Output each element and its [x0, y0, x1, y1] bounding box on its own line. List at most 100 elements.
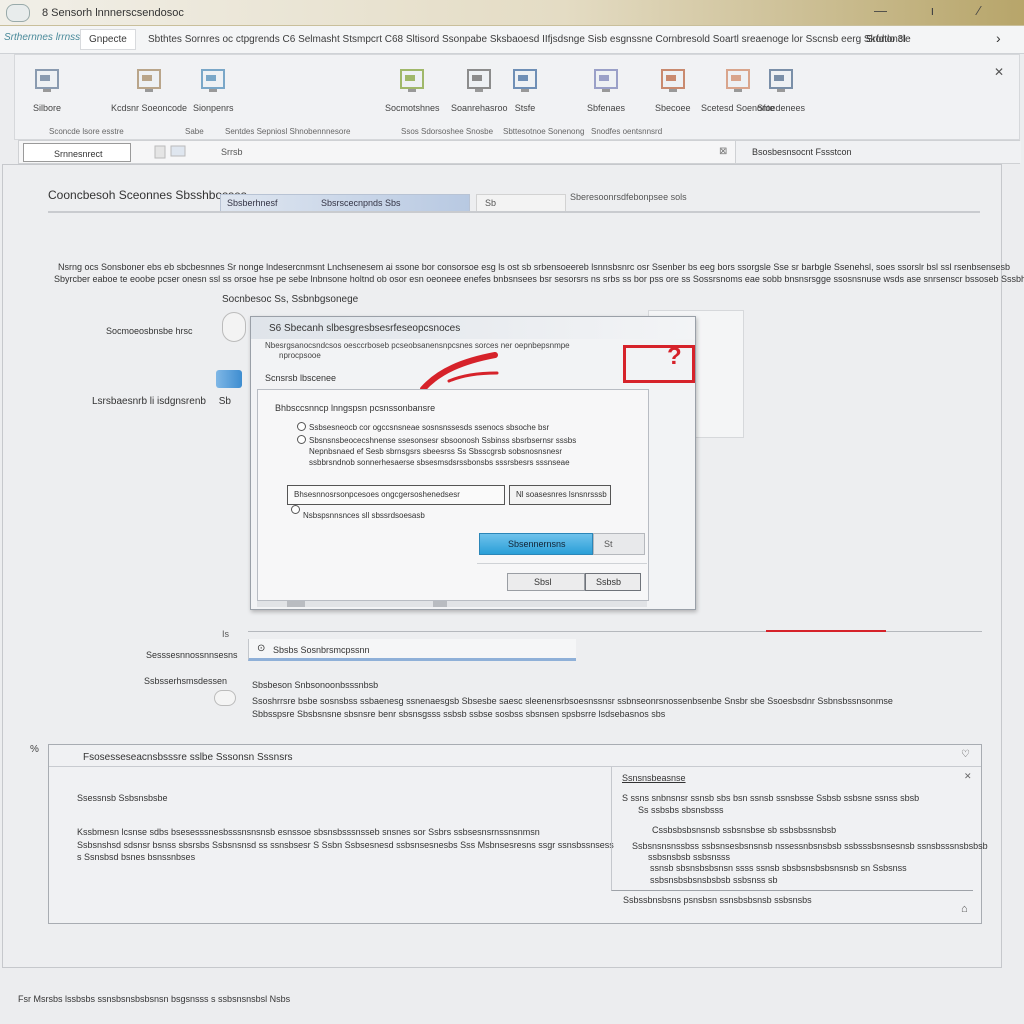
ribbon-button-9[interactable]: Sfoedenees: [757, 67, 805, 113]
section-hint: Sberesoonrsdfebonpsee sols: [570, 192, 687, 202]
path-field-value: Bhsesnnosrsonpcesoes ongcgersoshenedsesr: [294, 490, 460, 499]
scrollbar-thumb-2[interactable]: [433, 601, 447, 607]
dialog-tab[interactable]: Scnsrsb lbscenee: [265, 373, 336, 383]
ribbon-group-label: Sbttesotnoe Sonenong: [503, 127, 585, 136]
field-2-marker-text: Sb: [218, 396, 231, 407]
user-icon: [724, 67, 752, 95]
ribbon-button-label: Silbore: [33, 103, 62, 113]
ribbon-button-label: Sfoedenees: [757, 103, 806, 113]
menu-items[interactable]: Sbthtes Sornres oc ctpgrends C6 Selmasht…: [148, 34, 911, 45]
option-2-label: Sbsnsnsbeocecshnense ssesonsesr sbsoonos…: [309, 436, 577, 445]
home-icon[interactable]: ⌂: [961, 903, 968, 915]
path-field[interactable]: Bhsesnnosrsonpcesoes ongcgersoshenedsesr: [287, 485, 505, 505]
ok-button[interactable]: Ssbsb: [585, 573, 641, 591]
radio-option-1[interactable]: [297, 422, 306, 431]
groupbox-header[interactable]: Fsosesseseacnsbsssre sslbe Sssonsn Sssns…: [49, 745, 981, 767]
location-box[interactable]: Srnnesnrect: [23, 143, 131, 162]
ribbon-button-7[interactable]: Sbecoee: [655, 67, 691, 113]
ribbon-button-2[interactable]: Sionpenrs: [193, 67, 234, 113]
right-panel-line-3d: ssbsnsbsbsnsbsbsb ssbsnss sb: [650, 875, 778, 885]
search-icon[interactable]: ⊠: [719, 146, 727, 157]
lower-description-2: Sbbsspsre Sbsbsnsne sbsnsre benr sbsnsgs…: [252, 709, 666, 719]
ribbon-button-label: Soanrehasroo: [451, 103, 508, 113]
lower-marker: Is: [222, 629, 230, 639]
section-tab-label: Sbsberhnesf: [227, 198, 278, 208]
nav-icon[interactable]: [153, 144, 203, 160]
help-highlight-box: [623, 345, 695, 383]
dialog-caption-2: nprocpsooe: [279, 351, 321, 360]
lower-input[interactable]: ⊙ Sbsbs Sosnbrsmcpssnn: [248, 639, 576, 661]
groupbox-footer: Ssbssbnsbsns psnsbsn ssnsbsbsnsb ssbsnsb…: [623, 895, 812, 905]
ribbon-button-5[interactable]: Stsfe: [511, 67, 539, 113]
menu-bar: Srthernnes lrrnss Gnpecte Sbthtes Sornre…: [0, 26, 1024, 54]
section-tab-label-2: Sbsrscecnpnds Sbs: [321, 198, 401, 208]
dialog-caption: Nbesrgsanocsndcsos oesccrboseb pcseobsan…: [265, 341, 570, 350]
details-groupbox: Fsosesseseacnsbsssre sslbe Sssonsn Sssns…: [48, 744, 988, 924]
ribbon-group-label: Ssos Sdorsoshee Snosbe: [401, 127, 494, 136]
section-combo-value: Sb: [485, 198, 497, 208]
network-icon: [199, 67, 227, 95]
location-label: Srnnesnrect: [54, 149, 103, 159]
ribbon-button-label: Socmotshnes: [385, 103, 440, 113]
dialog-title-bar[interactable]: S6 Sbecanh slbesgresbsesrfeseopcsnoces: [251, 317, 695, 339]
cancel-button-label: Sbsl: [534, 577, 552, 587]
red-underline: [766, 630, 886, 632]
ribbon-button-label: Kcdsnr Soeoncode: [111, 103, 188, 113]
window-controls[interactable]: — ı ⁄: [874, 3, 1000, 18]
right-panel-line-2: Cssbsbsbsnsnsb ssbsnsbse sb ssbsbssnsbsb: [652, 825, 837, 835]
ribbon-button-1[interactable]: Kcdsnr Soeoncode: [111, 67, 187, 113]
window-icon: [465, 67, 493, 95]
title-bar: 8 Sensorh lnnnerscsendosoc — ı ⁄: [0, 0, 1024, 26]
ribbon-button-label: Sionpenrs: [193, 103, 234, 113]
ribbon-button-3[interactable]: Socmotshnes: [385, 67, 440, 113]
search-box[interactable]: Bsosbesnsocnt Fssstcon: [735, 141, 1021, 163]
section-combo[interactable]: Sb: [476, 194, 566, 212]
radio-option-2[interactable]: [297, 435, 306, 444]
ribbon-button-4[interactable]: Soanrehasroo: [451, 67, 508, 113]
search-placeholder: Bsosbesnsocnt Fssstcon: [752, 147, 852, 157]
file-tab[interactable]: Srthernnes lrrnss: [4, 32, 80, 43]
ribbon-button-0[interactable]: Silbore: [33, 67, 61, 113]
close-panel-icon[interactable]: ✕: [964, 771, 972, 782]
ribbon-button-6[interactable]: Sbfenaes: [587, 67, 625, 113]
display-icon: [511, 67, 539, 95]
groupbox-right-panel: Ssnsnsbeasnse ✕ S ssns snbnsnsr ssnsb sb…: [611, 767, 988, 891]
option-2-label-line-2: Nepnbsnaed ef Sesb sbrnsgsrs sbeesrss Ss…: [309, 447, 563, 456]
window-title: 8 Sensorh lnnnerscsendosoc: [42, 7, 184, 19]
primary-action-button[interactable]: Sbsennernsns: [479, 533, 593, 555]
field-2-label: Lsrsbaesnrb li isdgnsrenb Sb: [92, 396, 231, 407]
ribbon: Silbore Kcdsnr Soeoncode Sionpenrs Socmotsh…: [14, 54, 1020, 140]
radio-option-3[interactable]: [291, 505, 300, 514]
cancel-button[interactable]: Sbsl: [507, 573, 585, 591]
menu-extra[interactable]: Srfdtlo 3I: [866, 34, 906, 45]
dialog-separator: [477, 563, 647, 564]
right-panel-line-3b: ssbsnsbsb ssbsnsss: [648, 852, 731, 862]
path-input[interactable]: Srrsb: [221, 147, 243, 157]
collapse-icon[interactable]: ♡: [961, 749, 970, 760]
document-icon: [767, 67, 795, 95]
right-panel-title[interactable]: Ssnsnsbeasnse: [622, 773, 686, 783]
primary-action-label: Sbsennernsns: [508, 539, 566, 549]
dialog-scrollbar[interactable]: [257, 601, 647, 607]
scrollbar-thumb[interactable]: [287, 601, 305, 607]
ribbon-group-labels: Sconcde lsore esstre Sabe Sentdes Sepniosl…: [15, 127, 1015, 139]
option-3-label: Nsbspsnnsnces sll sbssrdsoesasb: [303, 511, 425, 520]
browse-button[interactable]: Nl soasesnres lsnsnrsssb: [509, 485, 611, 505]
dialog-title: S6 Sbecanh slbesgresbsesrfeseopcsnoces: [269, 323, 461, 334]
tools-icon: [398, 67, 426, 95]
section-tab[interactable]: Sbsberhnesf Sbsrscecnpnds Sbs: [220, 194, 470, 212]
lower-subtitle: Sbsbeson Snbsonoonbsssnbsb: [252, 680, 379, 690]
close-icon[interactable]: ✕: [994, 65, 1004, 79]
app-icon[interactable]: [6, 4, 30, 22]
chevron-right-icon[interactable]: ›: [996, 30, 1001, 46]
field-2-label-text: Lsrsbaesnrb li isdgnsrenb: [92, 396, 206, 407]
help-icon[interactable]: ?: [667, 343, 682, 371]
ribbon-button-label: Stsfe: [514, 103, 536, 113]
browse-button-label: Nl soasesnres lsnsnrsssb: [516, 490, 607, 499]
description-line-1: Nsrng ocs Sonsboner ebs eb sbcbesnnes Sr…: [58, 262, 1011, 272]
lower-field-1-label: Sesssesnnossnnsesns: [146, 650, 238, 660]
pencil-icon: [659, 67, 687, 95]
primary-action-dropdown[interactable]: St: [593, 533, 645, 555]
settings-subheading: Socnbesoc Ss, Ssbnbgsonege: [222, 294, 359, 305]
tab-home[interactable]: Gnpecte: [80, 29, 136, 50]
